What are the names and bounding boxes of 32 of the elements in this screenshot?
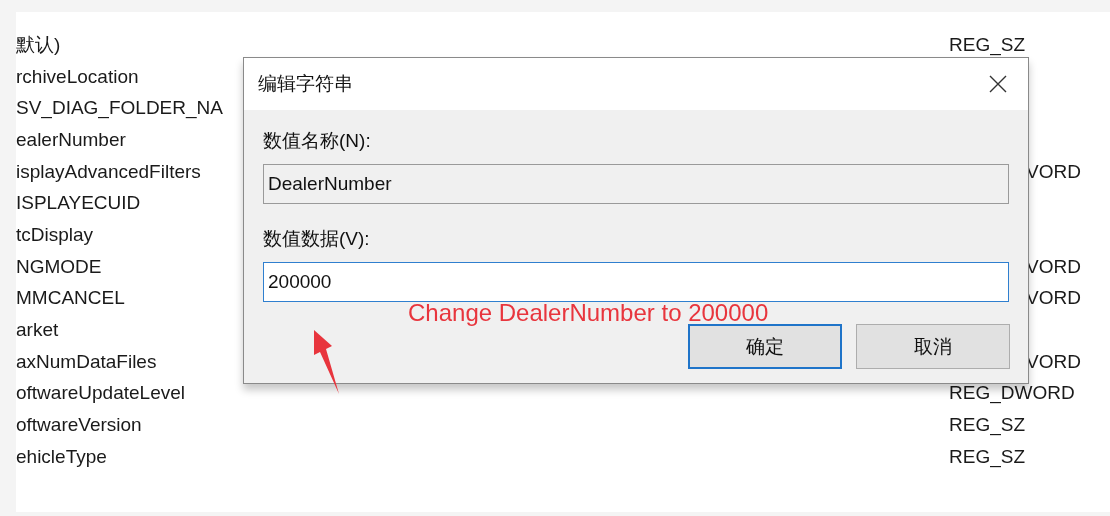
value-name: tcDisplay [16,223,94,246]
value-type: REG_SZ [949,414,1027,437]
value-name: SV_DIAG_FOLDER_NA [16,97,223,120]
value-type: REG_DWORD [949,382,1076,405]
dialog-button[interactable]: 取消 [856,324,1010,369]
value-data-field[interactable]: 200000 [263,262,1009,302]
value-name: isplayAdvancedFilters [16,160,201,183]
value-name: ISPLAYECUID [16,192,141,215]
value-type: VORD [1025,350,1081,373]
value-name: MMCANCEL [16,287,125,310]
field-label: 数值名称(N): [263,129,372,153]
value-type: REG_SZ [949,33,1027,56]
dialog-title: 编辑字符串 [258,72,353,96]
close-icon [988,74,1008,94]
value-name: oftwareUpdateLevel [16,382,185,405]
field-label: 数值数据(V): [263,227,371,251]
annotation-arrow [314,330,339,394]
value-type: REG_SZ [949,445,1027,468]
annotation-text: Change DealerNumber to 200000 [408,299,769,327]
value-type: VORD [1025,160,1081,183]
value-name: oftwareVersion [16,414,142,437]
dialog-button[interactable]: 确定 [688,324,842,369]
value-name: NGMODE [16,255,102,278]
value-name: ealerNumber [16,128,126,151]
value-name: ehicleType [16,445,107,468]
value-name: rchiveLocation [16,65,139,88]
value-name-field[interactable]: DealerNumber [263,164,1009,204]
value-name: axNumDataFiles [16,350,157,373]
value-name: arket [16,319,59,342]
value-name: 默认) [16,32,61,57]
value-type: VORD [1025,287,1081,310]
value-type: VORD [1025,255,1081,278]
